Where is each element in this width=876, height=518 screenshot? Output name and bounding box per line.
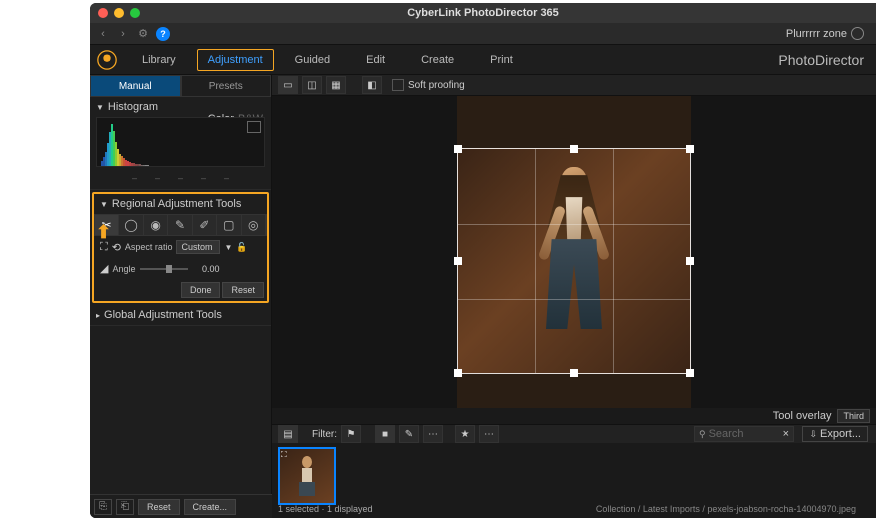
soft-proofing-checkbox[interactable] (392, 79, 404, 91)
brand-text: PhotoDirector (778, 52, 864, 68)
histogram-display (96, 117, 265, 167)
paste-settings-icon[interactable]: ⎗ (116, 499, 134, 515)
single-view-icon[interactable]: ▭ (278, 76, 298, 94)
nav-adjustment[interactable]: Adjustment (197, 49, 274, 71)
split-view-icon[interactable]: ◫ (302, 76, 322, 94)
crop-handle[interactable] (454, 369, 462, 377)
view-toolbar: ▭ ◫ ▦ ◧ Soft proofing (272, 75, 876, 96)
crop-overlay[interactable] (457, 148, 691, 374)
reset-all-button[interactable]: Reset (138, 499, 180, 515)
radial-tool-icon[interactable]: ◎ (242, 215, 266, 235)
regional-tool-icons: ✂ ◯ ◉ ✎ ✐ ▢ ◎ (94, 214, 267, 236)
label-red-icon[interactable]: ■ (375, 425, 395, 443)
photo-subject (541, 167, 607, 347)
lock-icon[interactable]: 🔓 (236, 242, 247, 253)
maximize-window-icon[interactable] (130, 8, 140, 18)
window-title: CyberLink PhotoDirector 365 (407, 7, 559, 19)
tab-manual[interactable]: Manual (90, 75, 181, 97)
straighten-icon[interactable]: ◢ (100, 262, 108, 275)
tab-presets[interactable]: Presets (181, 75, 272, 97)
grid-view-icon[interactable]: ▦ (326, 76, 346, 94)
thumb-size-icon[interactable]: ▤ (278, 425, 298, 443)
filter-more-icon[interactable]: ⋯ (423, 425, 443, 443)
sidebar-footer: ⎘ ⎗ Reset Create... (90, 494, 272, 518)
soft-proofing-label: Soft proofing (408, 80, 465, 91)
mac-toolbar: ‹ › ⚙ ? Plurrrrr zone (90, 23, 876, 45)
search-input[interactable]: ⚲ Search× (694, 426, 794, 442)
close-window-icon[interactable] (98, 8, 108, 18)
crop-handle[interactable] (686, 369, 694, 377)
nav-guided[interactable]: Guided (277, 45, 348, 75)
overlay-select[interactable]: Third (837, 409, 870, 423)
rotate-icon[interactable]: ⟲ (112, 241, 121, 254)
filter-edit-icon[interactable]: ✎ (399, 425, 419, 443)
app-window: CyberLink PhotoDirector 365 ‹ › ⚙ ? Plur… (90, 3, 876, 518)
angle-label: Angle (112, 264, 135, 274)
user-zone[interactable]: Plurrrrr zone (786, 27, 864, 40)
nav-library[interactable]: Library (124, 45, 194, 75)
nav-create[interactable]: Create (403, 45, 472, 75)
filter-label: Filter: (312, 429, 337, 440)
aspect-ratio-select[interactable]: Custom (176, 240, 220, 254)
app-logo[interactable] (90, 45, 124, 75)
angle-slider[interactable] (140, 268, 188, 270)
filmstrip: ⛶ 1 selected · 1 displayed Collection / … (272, 443, 876, 518)
canvas-area: ▭ ◫ ▦ ◧ Soft proofing Tool overlay Third (272, 75, 876, 518)
spot-tool-icon[interactable]: ◯ (119, 215, 143, 235)
user-icon (851, 27, 864, 40)
overlay-status: Tool overlay Third (272, 408, 876, 424)
histogram-header[interactable]: ▼Histogram (96, 101, 265, 113)
done-button[interactable]: Done (181, 282, 221, 298)
redeye-tool-icon[interactable]: ◉ (144, 215, 168, 235)
forward-icon[interactable]: › (116, 27, 130, 41)
global-tools-header[interactable]: ▸Global Adjustment Tools (96, 309, 265, 321)
filter-extra-icon[interactable]: ⋯ (479, 425, 499, 443)
crop-handle[interactable] (570, 145, 578, 153)
brush-tool-icon[interactable]: ✎ (168, 215, 192, 235)
help-icon[interactable]: ? (156, 27, 170, 41)
module-nav: Library Adjustment Guided Edit Create Pr… (90, 45, 876, 75)
angle-value: 0.00 (192, 264, 220, 274)
compare-icon[interactable]: ◧ (362, 76, 382, 94)
image-preview[interactable] (272, 96, 876, 408)
mask-tool-icon[interactable]: ▢ (217, 215, 241, 235)
crop-handle[interactable] (454, 145, 462, 153)
adjustment-sidebar: Manual Presets ▼Histogram ColorB&W –––––… (90, 75, 272, 518)
create-preset-button[interactable]: Create... (184, 499, 237, 515)
reset-button[interactable]: Reset (222, 282, 264, 298)
regional-label: Regional Adjustment Tools (112, 198, 241, 210)
settings-gear-icon[interactable]: ⚙ (136, 27, 150, 41)
nav-edit[interactable]: Edit (348, 45, 403, 75)
crop-handle[interactable] (454, 257, 462, 265)
filter-bar: ▤ Filter: ⚑ ■ ✎ ⋯ ★ ⋯ ⚲ Search× ⇩ Export… (272, 424, 876, 443)
back-icon[interactable]: ‹ (96, 27, 110, 41)
breadcrumb: Collection / Latest Imports / pexels-joa… (596, 504, 856, 514)
regional-tools-panel: ▼Regional Adjustment Tools ✂ ◯ ◉ ✎ ✐ ▢ ◎… (92, 192, 269, 303)
filter-flag-icon[interactable]: ⚑ (341, 425, 361, 443)
rating-1-icon[interactable]: ★ (455, 425, 475, 443)
export-button[interactable]: ⇩ Export... (802, 426, 868, 442)
nav-print[interactable]: Print (472, 45, 531, 75)
titlebar: CyberLink PhotoDirector 365 (90, 3, 876, 23)
copy-settings-icon[interactable]: ⎘ (94, 499, 112, 515)
thumbnail-1[interactable]: ⛶ (278, 447, 336, 505)
minimize-window-icon[interactable] (114, 8, 124, 18)
crop-handle[interactable] (686, 257, 694, 265)
crop-handle[interactable] (570, 369, 578, 377)
aspect-label: Aspect ratio (125, 242, 173, 252)
pen-tool-icon[interactable]: ✐ (193, 215, 217, 235)
crop-handle[interactable] (686, 145, 694, 153)
selection-status: 1 selected · 1 displayed (278, 504, 373, 514)
tutorial-arrow-icon: ⬆ (96, 222, 111, 243)
